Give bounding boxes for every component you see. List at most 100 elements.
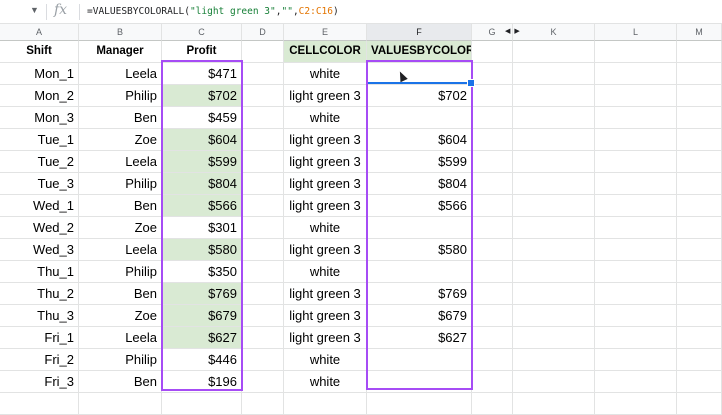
empty-cell[interactable]: [472, 261, 513, 283]
shift-cell[interactable]: Thu_2: [0, 283, 79, 305]
empty-cell[interactable]: [472, 85, 513, 107]
empty-cell[interactable]: [472, 63, 513, 85]
shift-cell[interactable]: Tue_3: [0, 173, 79, 195]
empty-cell[interactable]: [242, 217, 284, 239]
shift-cell[interactable]: Thu_3: [0, 305, 79, 327]
shift-cell[interactable]: Tue_2: [0, 151, 79, 173]
empty-cell[interactable]: [242, 305, 284, 327]
profit-cell[interactable]: $804: [162, 173, 242, 195]
empty-cell[interactable]: [242, 151, 284, 173]
empty-cell[interactable]: [595, 41, 677, 63]
values-result-cell[interactable]: $804: [367, 173, 472, 195]
manager-cell[interactable]: Leela: [79, 239, 162, 261]
cellcolor-cell[interactable]: light green 3: [284, 305, 367, 327]
values-result-cell[interactable]: [367, 261, 472, 283]
fill-handle[interactable]: [467, 79, 475, 87]
header-cell-shift[interactable]: Shift: [0, 41, 79, 63]
manager-cell[interactable]: Philip: [79, 173, 162, 195]
empty-cell[interactable]: [595, 85, 677, 107]
empty-cell[interactable]: [242, 85, 284, 107]
manager-cell[interactable]: Leela: [79, 63, 162, 85]
values-result-cell[interactable]: $580: [367, 239, 472, 261]
values-result-cell[interactable]: $599: [367, 151, 472, 173]
cellcolor-cell[interactable]: light green 3: [284, 173, 367, 195]
profit-cell[interactable]: $702: [162, 85, 242, 107]
empty-cell[interactable]: [677, 261, 722, 283]
profit-cell[interactable]: $566: [162, 195, 242, 217]
profit-cell[interactable]: $604: [162, 129, 242, 151]
manager-cell[interactable]: Leela: [79, 327, 162, 349]
header-cell-valuesbycolorall[interactable]: VALUESBYCOLORALL: [367, 41, 472, 63]
profit-cell[interactable]: $679: [162, 305, 242, 327]
empty-cell[interactable]: [242, 195, 284, 217]
empty-cell[interactable]: [513, 283, 595, 305]
empty-cell[interactable]: [513, 85, 595, 107]
profit-cell[interactable]: $580: [162, 239, 242, 261]
header-cell-manager[interactable]: Manager: [79, 41, 162, 63]
empty-cell[interactable]: [242, 63, 284, 85]
empty-cell[interactable]: [595, 305, 677, 327]
manager-cell[interactable]: Zoe: [79, 305, 162, 327]
empty-cell[interactable]: [472, 129, 513, 151]
profit-cell[interactable]: $599: [162, 151, 242, 173]
empty-cell[interactable]: [677, 195, 722, 217]
cellcolor-cell[interactable]: white: [284, 349, 367, 371]
values-result-cell[interactable]: $604: [367, 129, 472, 151]
header-cell-cellcolor[interactable]: CELLCOLOR: [284, 41, 367, 63]
name-box-dropdown-icon[interactable]: ▼: [30, 5, 39, 15]
empty-cell[interactable]: [513, 63, 595, 85]
empty-cell[interactable]: [677, 129, 722, 151]
empty-cell[interactable]: [242, 129, 284, 151]
empty-cell[interactable]: [513, 129, 595, 151]
empty-cell[interactable]: [595, 107, 677, 129]
column-header-m[interactable]: M: [677, 24, 722, 41]
column-header-c[interactable]: C: [162, 24, 242, 41]
empty-cell[interactable]: [595, 173, 677, 195]
empty-cell[interactable]: [513, 305, 595, 327]
empty-cell[interactable]: [472, 349, 513, 371]
empty-cell[interactable]: [79, 393, 162, 415]
empty-cell[interactable]: [513, 107, 595, 129]
column-header-a[interactable]: A: [0, 24, 79, 41]
column-header-d[interactable]: D: [242, 24, 284, 41]
empty-cell[interactable]: [242, 261, 284, 283]
empty-cell[interactable]: [513, 173, 595, 195]
empty-cell[interactable]: [472, 195, 513, 217]
profit-cell[interactable]: $769: [162, 283, 242, 305]
cellcolor-cell[interactable]: light green 3: [284, 195, 367, 217]
empty-cell[interactable]: [595, 371, 677, 393]
empty-cell[interactable]: [595, 283, 677, 305]
values-result-cell[interactable]: [367, 371, 472, 393]
manager-cell[interactable]: Zoe: [79, 129, 162, 151]
values-result-cell[interactable]: [367, 349, 472, 371]
manager-cell[interactable]: Philip: [79, 261, 162, 283]
empty-cell[interactable]: [595, 195, 677, 217]
empty-cell[interactable]: [472, 239, 513, 261]
empty-cell[interactable]: [513, 349, 595, 371]
column-header-e[interactable]: E: [284, 24, 367, 41]
empty-cell[interactable]: [472, 371, 513, 393]
shift-cell[interactable]: Thu_1: [0, 261, 79, 283]
manager-cell[interactable]: Zoe: [79, 217, 162, 239]
empty-cell[interactable]: [472, 217, 513, 239]
empty-cell[interactable]: [513, 217, 595, 239]
profit-cell[interactable]: $196: [162, 371, 242, 393]
empty-cell[interactable]: [284, 393, 367, 415]
cellcolor-cell[interactable]: light green 3: [284, 85, 367, 107]
cellcolor-cell[interactable]: white: [284, 261, 367, 283]
empty-cell[interactable]: [595, 63, 677, 85]
column-header-b[interactable]: B: [79, 24, 162, 41]
empty-cell[interactable]: [242, 283, 284, 305]
empty-cell[interactable]: [677, 371, 722, 393]
values-result-cell[interactable]: $566: [367, 195, 472, 217]
empty-cell[interactable]: [472, 393, 513, 415]
empty-cell[interactable]: [677, 327, 722, 349]
empty-cell[interactable]: [162, 393, 242, 415]
profit-cell[interactable]: $471: [162, 63, 242, 85]
empty-cell[interactable]: [242, 327, 284, 349]
empty-cell[interactable]: [677, 217, 722, 239]
empty-cell[interactable]: [677, 305, 722, 327]
column-header-l[interactable]: L: [595, 24, 677, 41]
values-result-cell[interactable]: $627: [367, 327, 472, 349]
profit-cell[interactable]: $627: [162, 327, 242, 349]
